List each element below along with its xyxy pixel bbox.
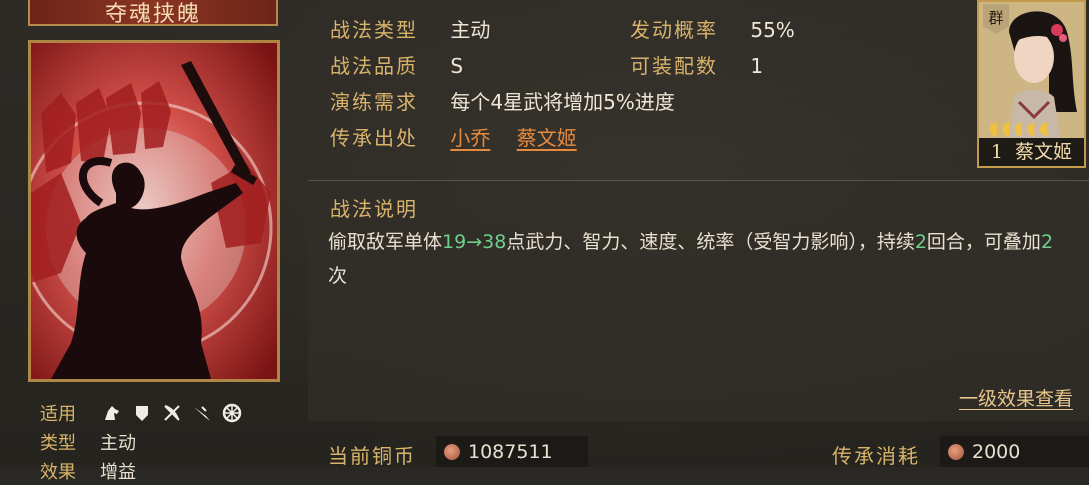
general-portrait[interactable]: 群 ◖ ◖ ◖ ◖ ◖ 1 蔡文姬 [977,0,1086,168]
desc-mid: 点武力、智力、速度、统率（受智力影响），持续 [506,231,915,253]
desc-turns: 2 [914,231,927,253]
source-link-caiwenji[interactable]: 蔡文姬 [517,126,577,150]
description-text: 偷取敌军单体19→38点武力、智力、速度、统率（受智力影响），持续2回合，可叠加… [328,225,1068,293]
skill-card-art [31,43,277,379]
type-label: 战法类型 [330,18,418,42]
spear-icon [192,403,212,423]
copper-label: 当前铜币 [328,444,416,468]
applicable-row: 适用 [40,398,242,427]
cost-label: 传承消耗 [832,444,920,468]
star-icon: ◖ [1026,118,1036,139]
quality-value: S [450,54,464,78]
copper-box: 1087511 [436,436,588,467]
kind-value: 主动 [100,432,136,454]
effect-label: 效果 [40,461,76,483]
cost-value: 2000 [972,440,1021,463]
desc-mid2: 回合，可叠加 [926,231,1041,253]
equip-label: 可装配数 [630,54,718,78]
source-link-xiaoqiao[interactable]: 小乔 [450,126,490,150]
bottom-bar: 当前铜币 1087511 传承消耗 2000 [308,432,1089,468]
desc-range-a: 19 [442,231,467,253]
desc-stacks: 2 [1040,231,1054,253]
effect-value: 增益 [100,461,136,483]
prob-label: 发动概率 [630,18,718,42]
portrait-name-bar: 1 蔡文姬 [979,138,1084,166]
train-value: 每个4星武将增加5%进度 [450,90,675,114]
kind-label: 类型 [40,432,76,454]
quality-label: 战法品质 [330,54,418,78]
cavalry-icon [102,403,122,423]
applicable-label: 适用 [40,403,76,425]
desc-end: 次 [328,265,348,287]
cost-box: 2000 [940,436,1089,467]
copper-value: 1087511 [468,440,553,463]
effect-row: 效果 增益 [40,456,242,485]
level-one-effect-link[interactable]: 一级效果查看 [959,384,1073,411]
skill-info-rows: 适用 类型 主动 效果 增益 [40,398,242,485]
star-icon: ◖ [1038,118,1049,139]
source-label: 传承出处 [330,126,418,150]
copper-coin-icon [444,443,460,460]
bow-icon [162,403,182,423]
desc-arrow: → [466,231,483,253]
equip-value: 1 [750,54,764,78]
prob-value: 55% [750,18,795,42]
shield-icon [132,403,152,423]
star-icon: ◖ [1001,118,1011,139]
star-rating: ◖ ◖ ◖ ◖ ◖ [989,118,1048,139]
general-level: 1 [990,141,1004,163]
star-icon: ◖ [989,118,999,139]
desc-range-b: 38 [482,231,507,253]
kind-row: 类型 主动 [40,427,242,456]
desc-pre: 偷取敌军单体 [328,231,443,253]
star-icon: ◖ [1013,118,1024,139]
cost-coin-icon [948,443,964,460]
skill-title: 夺魂挟魄 [104,2,201,27]
wheel-icon [222,403,242,423]
type-value: 主动 [450,18,491,42]
skill-card [28,40,280,382]
train-label: 演练需求 [330,90,418,114]
description-title: 战法说明 [330,197,418,221]
skill-title-bar: 夺魂挟魄 [28,0,278,27]
description-panel: 战法说明 偷取敌军单体19→38点武力、智力、速度、统率（受智力影响），持续2回… [308,180,1089,421]
general-name: 蔡文姬 [1015,141,1073,163]
